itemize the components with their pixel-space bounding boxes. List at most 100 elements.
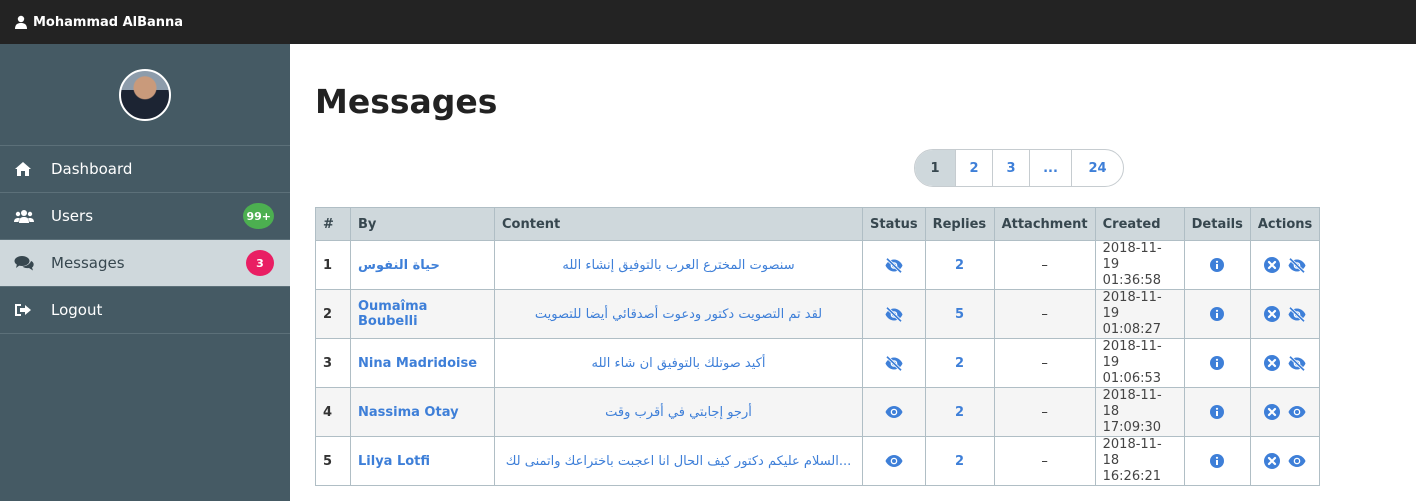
replies-count-link[interactable]: 2 xyxy=(924,240,995,290)
created-date: 2018-11-19 xyxy=(1102,290,1162,321)
created-date: 2018-11-18 xyxy=(1102,388,1162,419)
message-author-link[interactable]: حياة النفوس xyxy=(350,240,495,290)
column-header-number: # xyxy=(315,207,351,241)
created-date: 2018-11-18 xyxy=(1102,437,1162,468)
delete-circle-icon[interactable] xyxy=(1264,306,1281,322)
replies-count-link[interactable]: 5 xyxy=(924,289,995,339)
sidebar-item-logout[interactable]: Logout xyxy=(0,287,290,334)
column-header-created: Created xyxy=(1094,207,1185,241)
info-icon[interactable] xyxy=(1210,307,1225,321)
message-author-link[interactable]: Nassima Otay xyxy=(350,387,495,437)
username[interactable]: Mohammad AlBanna xyxy=(33,15,183,30)
column-header-status: Status xyxy=(862,207,926,241)
row-number: 1 xyxy=(315,240,351,290)
created-cell: 2018-11-19 01:36:58 xyxy=(1094,240,1185,290)
table-row: 1 حياة النفوس سنصوت المخترع العرب بالتوفيق… xyxy=(315,240,1321,290)
messages-table: # By Content Status Replies Attachment C… xyxy=(315,207,1321,486)
created-cell: 2018-11-19 01:08:27 xyxy=(1094,289,1185,339)
users-count-badge: 99+ xyxy=(243,203,274,229)
delete-circle-icon[interactable] xyxy=(1264,355,1281,371)
eye-icon[interactable] xyxy=(885,455,903,467)
table-row: 2 Oumaîma Boubelli لقد تم التصويت دكتور ود… xyxy=(315,289,1321,339)
column-header-details: Details xyxy=(1183,207,1251,241)
status-cell xyxy=(862,240,926,290)
status-cell xyxy=(862,289,926,339)
column-header-actions: Actions xyxy=(1249,207,1321,241)
info-icon[interactable] xyxy=(1210,356,1225,370)
eye-slash-icon[interactable] xyxy=(1288,306,1306,322)
sidebar: Dashboard Users 99+ Messages 3 Logout xyxy=(0,44,290,501)
eye-icon[interactable] xyxy=(1288,406,1306,418)
status-cell xyxy=(862,436,926,486)
messages-count-badge: 3 xyxy=(246,250,274,276)
table-row: 5 Lilya Lotfi السلام عليكم دكتور كيف الحال… xyxy=(315,436,1321,486)
message-content-link[interactable]: أرجو إجابتي في أقرب وقت xyxy=(494,387,863,437)
info-icon[interactable] xyxy=(1210,258,1225,272)
column-header-by: By xyxy=(350,207,495,241)
message-content-link[interactable]: سنصوت المخترع العرب بالتوفيق إنشاء الله xyxy=(494,240,863,290)
eye-slash-icon[interactable] xyxy=(1288,355,1306,371)
main-content: Messages 1 2 3 ... 24 # By Content Statu… xyxy=(290,44,1416,501)
delete-circle-icon[interactable] xyxy=(1264,453,1281,469)
message-content-link[interactable]: أكيد صوتلك بالتوفيق ان شاء الله xyxy=(494,338,863,388)
status-cell xyxy=(862,338,926,388)
row-number: 4 xyxy=(315,387,351,437)
info-icon[interactable] xyxy=(1210,454,1225,468)
sidebar-item-label: Logout xyxy=(51,301,103,319)
column-header-attachment: Attachment xyxy=(993,207,1096,241)
details-cell xyxy=(1183,338,1251,388)
message-author-link[interactable]: Oumaîma Boubelli xyxy=(350,289,495,339)
page-button-ellipsis[interactable]: ... xyxy=(1030,150,1072,186)
delete-circle-icon[interactable] xyxy=(1264,404,1281,420)
eye-slash-icon[interactable] xyxy=(885,355,903,371)
created-time: 16:26:21 xyxy=(1102,469,1162,484)
eye-icon[interactable] xyxy=(885,406,903,418)
replies-count-link[interactable]: 2 xyxy=(924,387,995,437)
delete-circle-icon[interactable] xyxy=(1264,257,1281,273)
row-number: 3 xyxy=(315,338,351,388)
eye-slash-icon[interactable] xyxy=(885,306,903,322)
message-content-link[interactable]: لقد تم التصويت دكتور ودعوت أصدقائي أيضا … xyxy=(494,289,863,339)
actions-cell xyxy=(1249,338,1321,388)
attachment-cell: – xyxy=(993,289,1096,339)
sidebar-item-users[interactable]: Users 99+ xyxy=(0,193,290,240)
sign-out-icon xyxy=(14,301,36,319)
sidebar-item-label: Messages xyxy=(51,254,125,272)
created-cell: 2018-11-18 16:26:21 xyxy=(1094,436,1185,486)
sidebar-item-dashboard[interactable]: Dashboard xyxy=(0,146,290,193)
created-time: 01:08:27 xyxy=(1102,322,1162,337)
pagination: 1 2 3 ... 24 xyxy=(914,149,1124,187)
page-button-1[interactable]: 1 xyxy=(915,150,956,186)
attachment-cell: – xyxy=(993,240,1096,290)
details-cell xyxy=(1183,240,1251,290)
page-title: Messages xyxy=(315,82,498,121)
actions-cell xyxy=(1249,387,1321,437)
info-icon[interactable] xyxy=(1210,405,1225,419)
sidebar-item-messages[interactable]: Messages 3 xyxy=(0,240,290,287)
actions-cell xyxy=(1249,240,1321,290)
column-header-replies: Replies xyxy=(924,207,995,241)
eye-slash-icon[interactable] xyxy=(1288,257,1306,273)
avatar xyxy=(119,68,171,121)
eye-icon[interactable] xyxy=(1288,455,1306,467)
replies-count-link[interactable]: 2 xyxy=(924,338,995,388)
message-content-link[interactable]: السلام عليكم دكتور كيف الحال انا اعجبت ب… xyxy=(494,436,863,486)
message-author-link[interactable]: Lilya Lotfi xyxy=(350,436,495,486)
message-author-link[interactable]: Nina Madridoise xyxy=(350,338,495,388)
replies-count-link[interactable]: 2 xyxy=(924,436,995,486)
table-row: 3 Nina Madridoise أكيد صوتلك بالتوفيق ان ش… xyxy=(315,338,1321,388)
row-number: 5 xyxy=(315,436,351,486)
details-cell xyxy=(1183,289,1251,339)
page-button-2[interactable]: 2 xyxy=(956,150,993,186)
actions-cell xyxy=(1249,436,1321,486)
created-time: 01:06:53 xyxy=(1102,371,1162,386)
page-button-3[interactable]: 3 xyxy=(993,150,1030,186)
actions-cell xyxy=(1249,289,1321,339)
avatar-container xyxy=(0,44,290,146)
table-row: 4 Nassima Otay أرجو إجابتي في أقرب وقت 2–20… xyxy=(315,387,1321,437)
eye-slash-icon[interactable] xyxy=(885,257,903,273)
user-icon xyxy=(15,15,27,29)
created-cell: 2018-11-18 17:09:30 xyxy=(1094,387,1185,437)
page-button-last[interactable]: 24 xyxy=(1072,150,1123,186)
attachment-cell: – xyxy=(993,436,1096,486)
